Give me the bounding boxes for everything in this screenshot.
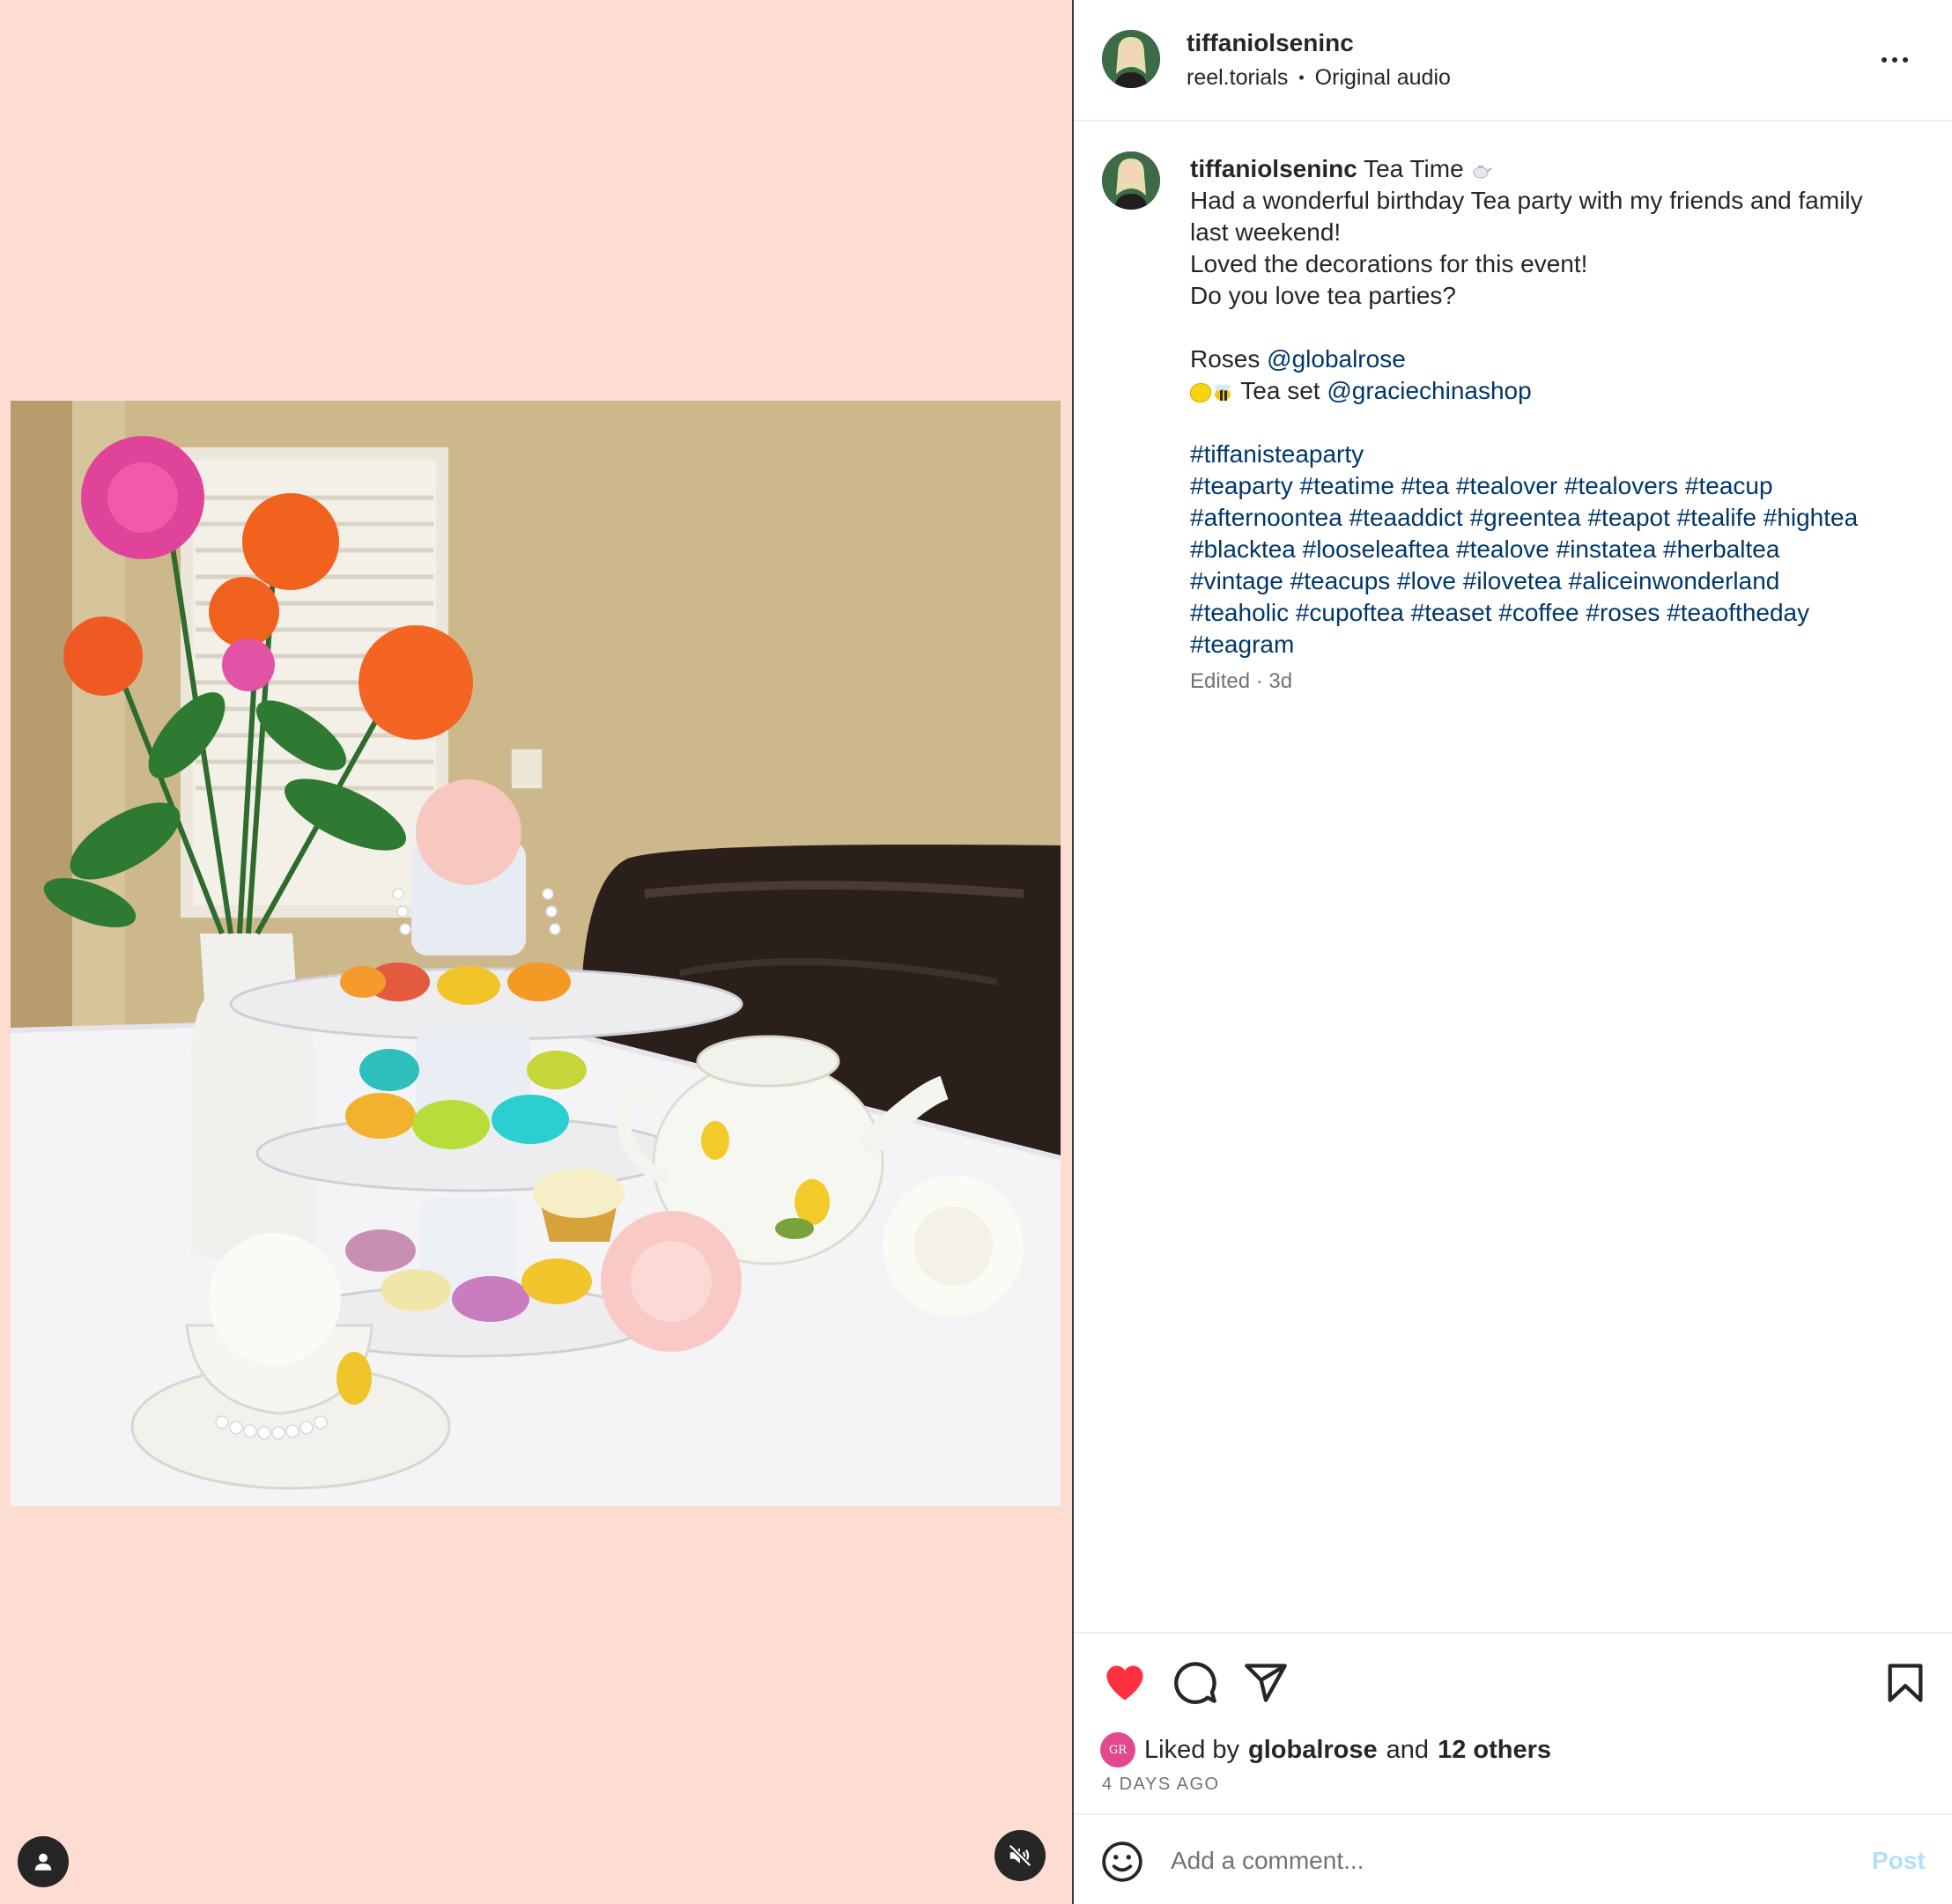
more-options-button[interactable] xyxy=(1875,41,1914,79)
post-side-panel: tiffaniolseninc reel.torials • Original … xyxy=(1074,0,1952,1904)
more-dot xyxy=(1903,57,1908,63)
teapot-emoji-icon xyxy=(1473,165,1493,179)
audio-attribution: reel.torials • Original audio xyxy=(1187,65,1451,91)
hashtag-line[interactable]: #teaparty #teatime #tea #tealover #tealo… xyxy=(1190,470,1930,502)
author-avatar-image xyxy=(1102,30,1160,88)
caption-title-line: tiffaniolseninc Tea Time xyxy=(1190,153,1930,185)
post-timestamp[interactable]: 4 DAYS AGO xyxy=(1102,1775,1220,1795)
caption-title: Tea Time xyxy=(1364,155,1464,182)
liker-avatar[interactable]: GR xyxy=(1100,1732,1135,1767)
caption-credit-roses: Roses @globalrose xyxy=(1190,343,1930,375)
caption-line: Loved the decorations for this event! xyxy=(1190,250,1588,277)
audio-account-link[interactable]: reel.torials xyxy=(1187,65,1288,91)
original-audio-link[interactable]: Original audio xyxy=(1315,65,1451,91)
heart-filled-icon xyxy=(1106,1665,1143,1701)
user-tag-icon xyxy=(34,1853,52,1871)
audio-separator: • xyxy=(1298,69,1305,86)
smiley-icon[interactable] xyxy=(1100,1840,1144,1884)
post-comment-button[interactable]: Post xyxy=(1872,1847,1926,1875)
likes-conjunction: and xyxy=(1386,1735,1430,1764)
mention-globalrose[interactable]: @globalrose xyxy=(1267,345,1406,373)
mention-graciechinashop[interactable]: @graciechinashop xyxy=(1327,377,1531,404)
likes-summary: GR Liked by globalrose and 12 others xyxy=(1100,1732,1551,1767)
comment-input[interactable] xyxy=(1171,1838,1823,1884)
more-dot xyxy=(1892,57,1897,63)
lemon-emoji-icon xyxy=(1190,382,1211,402)
hashtag-line[interactable]: #vintage #teacups #love #ilovetea #alice… xyxy=(1190,565,1930,597)
paper-plane-icon xyxy=(1245,1664,1287,1702)
bookmark-icon xyxy=(1888,1664,1923,1702)
author-username[interactable]: tiffaniolseninc xyxy=(1187,29,1354,57)
comment-composer: Post xyxy=(1074,1813,1952,1904)
mute-toggle-button[interactable] xyxy=(994,1830,1046,1881)
author-avatar[interactable] xyxy=(1102,30,1160,88)
liker-username[interactable]: globalrose xyxy=(1248,1736,1378,1765)
share-button[interactable] xyxy=(1241,1658,1290,1708)
hashtag-line[interactable]: #teagram xyxy=(1190,629,1930,660)
speaker-muted-icon xyxy=(1008,1843,1032,1868)
comment-button[interactable] xyxy=(1171,1658,1220,1708)
caption-line: Had a wonderful birthday Tea party with … xyxy=(1190,187,1863,214)
reel-video[interactable] xyxy=(11,401,1061,1506)
hashtag-line[interactable]: #tiffanisteaparty xyxy=(1190,439,1930,470)
user-tags-button[interactable] xyxy=(18,1836,69,1887)
author-avatar-image xyxy=(1102,151,1160,210)
caption-credit-teaset: Tea set @graciechinashop xyxy=(1190,375,1930,407)
teaset-label: Tea set xyxy=(1240,377,1320,404)
caption-section: tiffaniolseninc Tea Time Had a wonderful… xyxy=(1074,123,1952,1632)
save-button[interactable] xyxy=(1881,1658,1930,1708)
caption-username[interactable]: tiffaniolseninc xyxy=(1190,155,1357,182)
hashtag-line[interactable]: #teaholic #cupoftea #teaset #coffee #ros… xyxy=(1190,597,1930,629)
likes-others-link[interactable]: 12 others xyxy=(1438,1736,1551,1765)
likes-prefix: Liked by xyxy=(1144,1735,1240,1764)
hashtag-line[interactable]: #blacktea #looseleaftea #tealove #instat… xyxy=(1190,534,1930,565)
caption-text: tiffaniolseninc Tea Time Had a wonderful… xyxy=(1190,153,1930,660)
speech-bubble-icon xyxy=(1174,1662,1216,1704)
post-header: tiffaniolseninc reel.torials • Original … xyxy=(1074,0,1952,122)
reel-media-pane[interactable] xyxy=(0,0,1072,1904)
more-horizontal-icon xyxy=(1882,57,1887,63)
caption-meta: Edited · 3d xyxy=(1190,669,1293,693)
tea-party-scene-image xyxy=(11,401,1061,1506)
hashtag-line[interactable]: #afternoontea #teaaddict #greentea #teap… xyxy=(1190,502,1930,534)
caption-line: Do you love tea parties? xyxy=(1190,282,1456,309)
roses-label: Roses xyxy=(1190,345,1261,373)
post-actions-bar: GR Liked by globalrose and 12 others 4 D… xyxy=(1074,1632,1952,1813)
bee-emoji-icon xyxy=(1215,384,1231,401)
like-button[interactable] xyxy=(1100,1658,1150,1708)
caption-line: last weekend! xyxy=(1190,218,1342,246)
caption-author-avatar[interactable] xyxy=(1102,151,1160,210)
